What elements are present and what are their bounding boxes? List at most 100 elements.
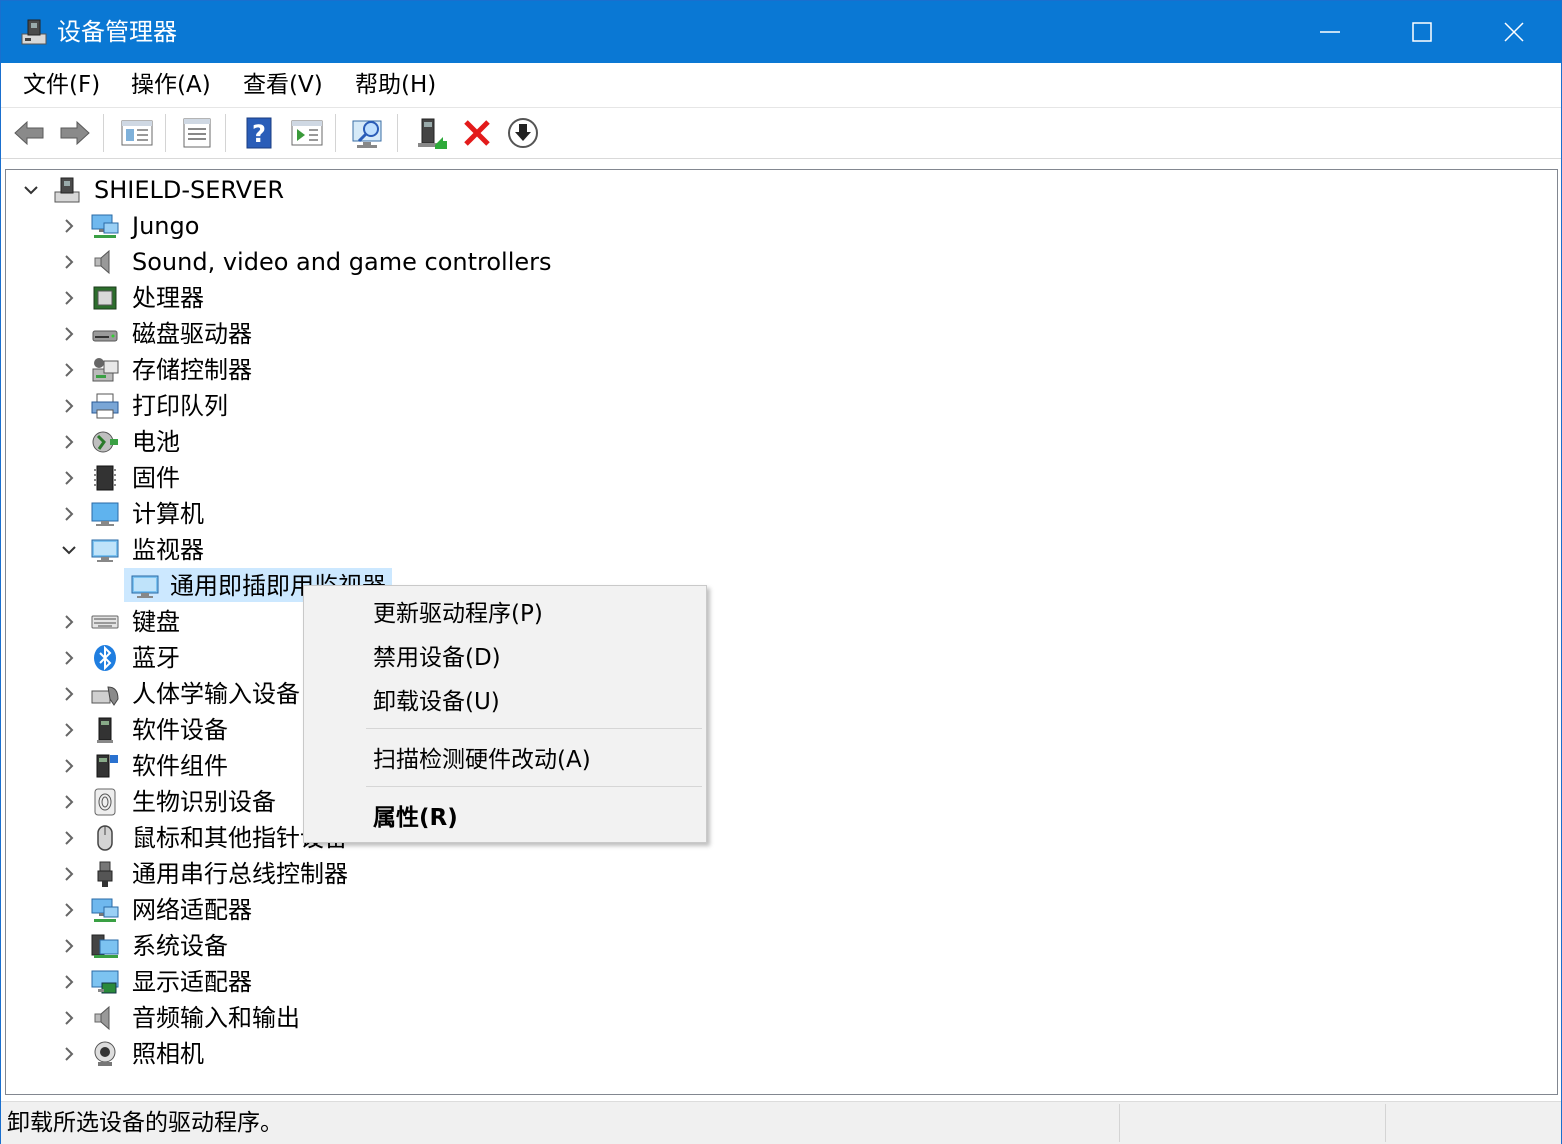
chevron-right-icon[interactable] [60, 901, 78, 919]
chevron-right-icon[interactable] [60, 685, 78, 703]
tree-root-label: SHIELD-SERVER [94, 176, 285, 204]
scan-hardware-button[interactable] [351, 115, 387, 151]
chevron-right-icon[interactable] [60, 325, 78, 343]
tree-category-item[interactable]: 网络适配器 [56, 892, 656, 928]
menu-help[interactable]: 帮助(H) [353, 69, 438, 101]
minimize-icon [1320, 31, 1340, 33]
context-scan-hardware-label: 扫描检测硬件改动(A) [373, 747, 591, 773]
tree-item-label: 电池 [132, 428, 180, 456]
chevron-right-icon[interactable] [60, 505, 78, 523]
tree-category-item[interactable]: 处理器 [56, 280, 656, 316]
device-manager-window: 设备管理器 文件(F) 操作(A) 查看(V) 帮助(H) ? SHIELD-S… [0, 0, 1562, 1144]
back-button[interactable] [11, 115, 47, 151]
status-divider [1385, 1104, 1386, 1142]
tree-category-item[interactable]: 系统设备 [56, 928, 656, 964]
tree-category-item[interactable]: 计算机 [56, 496, 656, 532]
chevron-right-icon[interactable] [60, 757, 78, 775]
tree-category-item[interactable]: 固件 [56, 460, 656, 496]
chevron-down-icon[interactable] [22, 181, 40, 199]
tree-category-item[interactable]: 存储控制器 [56, 352, 656, 388]
context-uninstall-device[interactable]: 卸载设备(U) [304, 681, 706, 723]
tree-category-item[interactable]: 音频输入和输出 [56, 1000, 656, 1036]
toolbar-separator [225, 114, 226, 152]
chevron-right-icon[interactable] [60, 613, 78, 631]
tree-category-item[interactable]: 显示适配器 [56, 964, 656, 1000]
firmware-icon [94, 465, 116, 491]
chevron-right-icon[interactable] [60, 649, 78, 667]
action-pane-button[interactable] [289, 115, 325, 151]
tree-item-label: 蓝牙 [132, 644, 180, 672]
hid-icon [91, 686, 119, 706]
toolbar: ? [1, 108, 1561, 159]
tree-category-item[interactable]: 通用串行总线控制器 [56, 856, 656, 892]
action-pane-icon [291, 120, 323, 146]
tree-item-label: 系统设备 [132, 932, 228, 960]
context-separator [366, 728, 702, 729]
properties-button[interactable] [179, 115, 215, 151]
svg-text:?: ? [252, 120, 266, 148]
fingerprint-icon [94, 788, 116, 816]
device-tree[interactable]: SHIELD-SERVER Jungo Sound, video and game… [5, 169, 1558, 1095]
tree-category-item[interactable]: 照相机 [56, 1036, 656, 1072]
speaker-icon [94, 249, 110, 275]
tree-item-label: 音频输入和输出 [132, 1004, 300, 1032]
chevron-right-icon[interactable] [60, 289, 78, 307]
chevron-right-icon[interactable] [60, 1045, 78, 1063]
tree-category-item[interactable]: 磁盘驱动器 [56, 316, 656, 352]
context-properties[interactable]: 属性(R) [304, 797, 706, 839]
menu-action[interactable]: 操作(A) [129, 69, 213, 101]
help-icon: ? [246, 117, 272, 149]
uninstall-icon [464, 120, 490, 146]
chevron-right-icon[interactable] [60, 1009, 78, 1027]
minimize-button[interactable] [1284, 1, 1376, 63]
chevron-right-icon[interactable] [60, 397, 78, 415]
chevron-right-icon[interactable] [60, 793, 78, 811]
toolbar-separator [103, 114, 104, 152]
menu-view[interactable]: 查看(V) [241, 69, 325, 101]
tree-category-item[interactable]: Sound, video and game controllers [56, 244, 656, 280]
chevron-right-icon[interactable] [60, 937, 78, 955]
toolbar-separator [397, 114, 398, 152]
tree-root[interactable]: SHIELD-SERVER [18, 172, 418, 208]
close-icon [1504, 22, 1524, 42]
tree-category-item[interactable]: 打印队列 [56, 388, 656, 424]
chevron-right-icon[interactable] [60, 721, 78, 739]
tree-item-label: 键盘 [132, 608, 180, 636]
chevron-right-icon[interactable] [60, 253, 78, 271]
chevron-right-icon[interactable] [60, 973, 78, 991]
chevron-right-icon[interactable] [60, 361, 78, 379]
tree-item-label: 磁盘驱动器 [132, 320, 252, 348]
chevron-right-icon[interactable] [60, 433, 78, 451]
chevron-right-icon[interactable] [60, 865, 78, 883]
tree-category-item[interactable]: 监视器 [56, 532, 656, 568]
title-bar[interactable]: 设备管理器 [1, 1, 1561, 63]
close-button[interactable] [1468, 1, 1560, 63]
show-hide-tree-button[interactable] [119, 115, 155, 151]
camera-icon [94, 1041, 116, 1066]
context-scan-hardware[interactable]: 扫描检测硬件改动(A) [304, 739, 706, 781]
help-button[interactable]: ? [241, 115, 277, 151]
chevron-right-icon[interactable] [60, 469, 78, 487]
keyboard-icon [91, 615, 119, 629]
context-properties-label: 属性(R) [373, 805, 458, 831]
bluetooth-icon [94, 645, 116, 671]
uninstall-button[interactable] [459, 115, 495, 151]
computer-icon [91, 502, 119, 526]
context-disable-device[interactable]: 禁用设备(D) [304, 637, 706, 679]
disable-button[interactable] [505, 115, 541, 151]
software-device-icon [97, 717, 113, 743]
tree-category-item[interactable]: 电池 [56, 424, 656, 460]
context-update-driver[interactable]: 更新驱动程序(P) [304, 593, 706, 635]
forward-button[interactable] [57, 115, 93, 151]
tree-item-label: 人体学输入设备 [132, 680, 300, 708]
menu-file[interactable]: 文件(F) [21, 69, 102, 101]
chevron-right-icon[interactable] [60, 217, 78, 235]
system-device-icon [91, 934, 119, 958]
tree-category-item[interactable]: Jungo [56, 208, 656, 244]
chevron-right-icon[interactable] [60, 829, 78, 847]
update-driver-button[interactable] [413, 115, 449, 151]
chevron-down-icon[interactable] [60, 541, 78, 559]
maximize-button[interactable] [1376, 1, 1468, 63]
monitor-icon [91, 539, 119, 562]
tree-item-label: 显示适配器 [132, 968, 252, 996]
